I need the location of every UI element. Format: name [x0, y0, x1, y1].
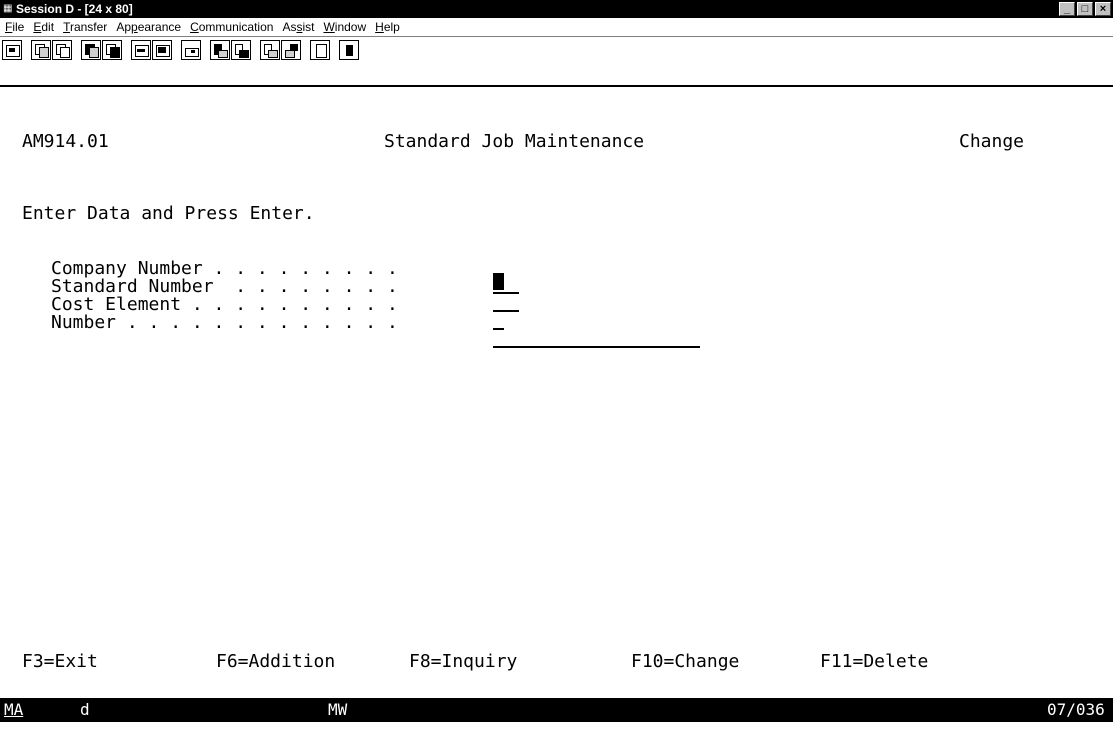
menu-window[interactable]: Window: [319, 18, 370, 36]
fkey-f11-delete[interactable]: F11=Delete: [820, 652, 928, 672]
text-cursor: [493, 273, 504, 290]
standard-number-input[interactable]: [493, 310, 519, 312]
fkey-f10-change[interactable]: F10=Change: [631, 652, 739, 672]
paste-icon[interactable]: [52, 40, 72, 60]
screen-title: Standard Job Maintenance: [384, 131, 645, 152]
send-file-icon[interactable]: [81, 40, 101, 60]
system-menu-icon[interactable]: ▦: [3, 3, 15, 15]
clipboard-icon[interactable]: [310, 40, 330, 60]
instruction-text: Enter Data and Press Enter.: [22, 203, 315, 224]
record-macro-icon[interactable]: [210, 40, 230, 60]
field-label-number: Number . . . . . . . . . . . . .: [51, 312, 398, 333]
close-button[interactable]: ×: [1095, 2, 1111, 16]
display-setup-icon[interactable]: [152, 40, 172, 60]
session-icon[interactable]: [2, 40, 22, 60]
menu-assist[interactable]: Assist: [278, 18, 318, 36]
status-field-1: d: [80, 700, 90, 719]
run-macro-icon[interactable]: [260, 40, 280, 60]
menu-file[interactable]: File: [1, 18, 28, 36]
menu-bar: File Edit Transfer Appearance Communicat…: [0, 18, 1113, 37]
cursor-position: 07/036: [1047, 700, 1105, 719]
fkey-f3-exit[interactable]: F3=Exit: [22, 652, 98, 672]
status-indicator: MA: [4, 700, 24, 719]
menu-communication[interactable]: Communication: [186, 18, 277, 36]
menu-transfer[interactable]: Transfer: [59, 18, 111, 36]
keyboard-map-icon[interactable]: [131, 40, 151, 60]
copy-icon[interactable]: [31, 40, 51, 60]
help-icon[interactable]: [339, 40, 359, 60]
program-id: AM914.01: [22, 131, 109, 152]
stop-macro-icon[interactable]: [281, 40, 301, 60]
menu-help[interactable]: Help: [371, 18, 404, 36]
title-bar: ▦ Session D - [24 x 80] _ □ ×: [0, 0, 1113, 18]
maximize-button[interactable]: □: [1077, 2, 1093, 16]
receive-file-icon[interactable]: [102, 40, 122, 60]
menu-edit[interactable]: Edit: [29, 18, 58, 36]
terminal-screen[interactable]: AM914.01 Standard Job Maintenance Change…: [0, 87, 1113, 697]
play-macro-icon[interactable]: [231, 40, 251, 60]
mode-indicator: Change: [959, 131, 1025, 152]
toolbar: [0, 37, 1113, 87]
cost-element-input[interactable]: [493, 328, 504, 330]
operator-info-area: MA d MW 07/036: [0, 698, 1113, 722]
fkey-f8-inquiry[interactable]: F8=Inquiry: [409, 652, 517, 672]
print-screen-icon[interactable]: [181, 40, 201, 60]
window-title: Session D - [24 x 80]: [16, 2, 133, 16]
company-number-input[interactable]: [493, 292, 519, 294]
status-field-2: MW: [328, 700, 348, 719]
fkey-f6-addition[interactable]: F6=Addition: [216, 652, 335, 672]
window-controls: _ □ ×: [1059, 2, 1111, 16]
menu-appearance[interactable]: Appearance: [112, 18, 185, 36]
number-input[interactable]: [493, 346, 700, 348]
minimize-button[interactable]: _: [1059, 2, 1075, 16]
